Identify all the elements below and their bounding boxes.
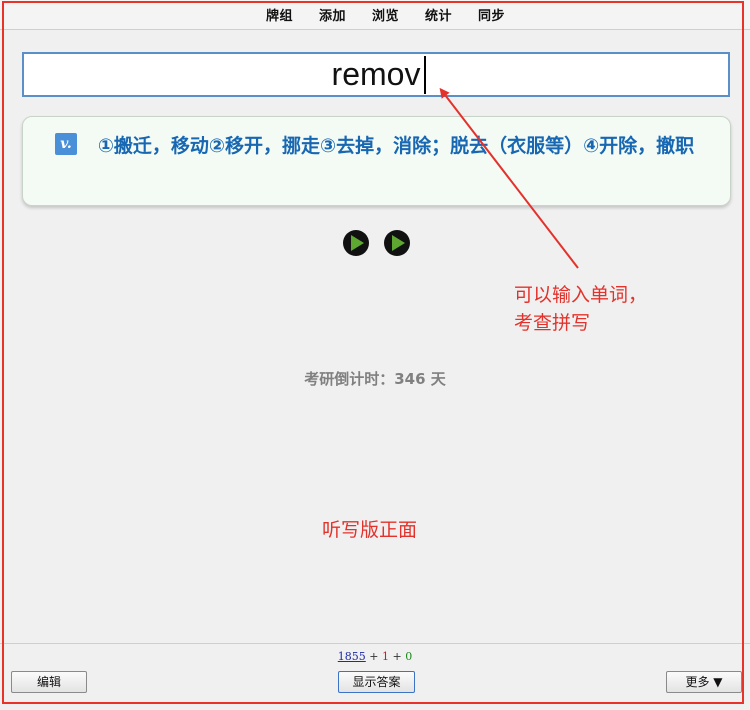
spelling-input[interactable]	[22, 52, 730, 97]
text-caret	[424, 56, 426, 94]
new-count[interactable]: 1855	[338, 650, 366, 663]
nav-stats[interactable]: 统计	[425, 5, 452, 24]
play-audio-icon-2[interactable]	[383, 229, 411, 257]
annotation-line-2: 考查拼写	[514, 312, 591, 334]
nav-decks[interactable]: 牌组	[266, 5, 293, 24]
more-button[interactable]: 更多 ▼	[666, 671, 742, 693]
part-of-speech-badge: v.	[55, 133, 77, 155]
count-plus-2: +	[392, 650, 402, 663]
count-plus-1: +	[369, 650, 379, 663]
exam-countdown: 考研倒计时：346 天	[304, 370, 446, 388]
card-counts: 1855 + 1 + 0	[0, 650, 750, 663]
show-answer-button[interactable]: 显示答案	[338, 671, 415, 693]
definition-text: ①搬迁，移动②移开，挪走③去掉，消除；脱去（衣服等）④开除，撤职	[97, 135, 695, 157]
learning-count: 1	[382, 650, 389, 663]
annotation-mode-note: 听写版正面	[322, 519, 418, 541]
annotation-frame	[2, 1, 744, 704]
nav-sync[interactable]: 同步	[478, 5, 505, 24]
play-audio-icon[interactable]	[342, 229, 370, 257]
nav-browse[interactable]: 浏览	[372, 5, 399, 24]
top-nav: 牌组 添加 浏览 统计 同步	[0, 0, 750, 30]
annotation-spelling-note: 可以输入单词， 考查拼写	[514, 281, 647, 337]
edit-button[interactable]: 编辑	[11, 671, 87, 693]
definition-card: v. ①搬迁，移动②移开，挪走③去掉，消除；脱去（衣服等）④开除，撤职	[22, 116, 731, 206]
nav-add[interactable]: 添加	[319, 5, 346, 24]
due-count: 0	[405, 650, 413, 663]
annotation-arrow	[439, 87, 579, 269]
annotation-line-1: 可以输入单词，	[514, 284, 648, 306]
